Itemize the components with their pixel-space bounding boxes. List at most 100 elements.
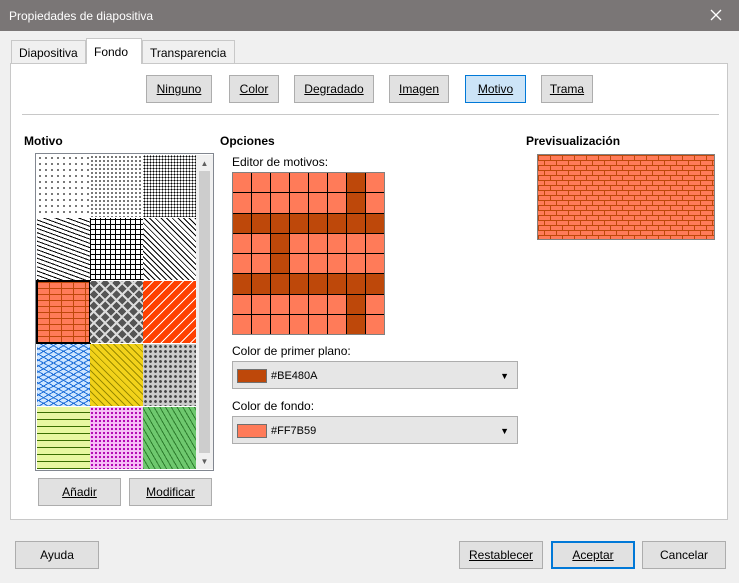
pattern-cell[interactable] (271, 233, 289, 253)
pattern-cell[interactable] (290, 274, 308, 294)
pattern-cell[interactable] (290, 193, 308, 213)
pattern-cell[interactable] (233, 213, 251, 233)
pattern-cell[interactable] (233, 173, 251, 193)
preview-background (538, 155, 714, 239)
pattern-swatch-puntos-10[interactable] (90, 155, 143, 217)
pattern-cell[interactable] (366, 173, 384, 193)
pattern-cell[interactable] (328, 254, 346, 274)
pattern-cell[interactable] (233, 294, 251, 314)
pattern-cell[interactable] (252, 173, 270, 193)
pattern-cell[interactable] (328, 213, 346, 233)
pattern-cell[interactable] (290, 314, 308, 334)
pattern-cell[interactable] (309, 213, 327, 233)
pattern-cell[interactable] (309, 173, 327, 193)
pattern-cell[interactable] (328, 274, 346, 294)
pattern-cell[interactable] (252, 294, 270, 314)
pattern-cell[interactable] (309, 233, 327, 253)
scroll-up-icon[interactable]: ▲ (196, 155, 213, 171)
pattern-cell[interactable] (366, 314, 384, 334)
fill-image-button[interactable]: Imagen (389, 75, 449, 103)
pattern-cell[interactable] (347, 274, 365, 294)
pattern-cell[interactable] (290, 173, 308, 193)
pattern-cell[interactable] (290, 213, 308, 233)
pattern-cell[interactable] (271, 314, 289, 334)
pattern-cell[interactable] (366, 213, 384, 233)
fill-color-button[interactable]: Color (229, 75, 279, 103)
pattern-cell[interactable] (233, 274, 251, 294)
pattern-cell[interactable] (328, 233, 346, 253)
fill-none-button[interactable]: Ninguno (146, 75, 212, 103)
pattern-cell[interactable] (347, 173, 365, 193)
pattern-cell[interactable] (347, 213, 365, 233)
fill-pattern-button[interactable]: Motivo (465, 75, 526, 103)
help-button[interactable]: Ayuda (15, 541, 99, 569)
pattern-swatch-tejido[interactable] (90, 281, 143, 343)
pattern-cell[interactable] (328, 314, 346, 334)
pattern-swatch-ladrillos[interactable] (36, 280, 91, 344)
ok-button[interactable]: Aceptar (551, 541, 635, 569)
pattern-cell[interactable] (252, 213, 270, 233)
pattern-cell[interactable] (366, 193, 384, 213)
pattern-swatch-cesta[interactable] (90, 344, 143, 406)
pattern-cell[interactable] (271, 193, 289, 213)
pattern-cell[interactable] (347, 294, 365, 314)
pattern-cell[interactable] (347, 254, 365, 274)
fill-gradient-button[interactable]: Degradado (294, 75, 374, 103)
pattern-cell[interactable] (347, 233, 365, 253)
pattern-cell[interactable] (233, 233, 251, 253)
pattern-cell[interactable] (271, 254, 289, 274)
scroll-thumb[interactable] (199, 171, 210, 453)
pattern-cell[interactable] (347, 193, 365, 213)
pattern-cell[interactable] (271, 213, 289, 233)
pattern-cell[interactable] (233, 193, 251, 213)
pattern-swatch-cuadricula[interactable] (90, 218, 143, 280)
reset-button[interactable]: Restablecer (459, 541, 543, 569)
pattern-cell[interactable] (271, 294, 289, 314)
pattern-cell[interactable] (271, 173, 289, 193)
pattern-swatch-escamas[interactable] (143, 344, 196, 406)
pattern-cell[interactable] (328, 173, 346, 193)
pattern-cell[interactable] (309, 193, 327, 213)
pattern-cell[interactable] (328, 294, 346, 314)
pattern-cell[interactable] (366, 294, 384, 314)
scroll-down-icon[interactable]: ▼ (196, 453, 213, 469)
pattern-swatch-guiones[interactable] (37, 407, 90, 469)
pattern-swatch-diagonal[interactable] (143, 218, 196, 280)
pattern-list[interactable] (35, 153, 214, 471)
pattern-cell[interactable] (347, 314, 365, 334)
pattern-swatch-zigzag[interactable] (37, 218, 90, 280)
pattern-cell[interactable] (309, 314, 327, 334)
add-button[interactable]: Añadir (38, 478, 121, 506)
cancel-button[interactable]: Cancelar (642, 541, 726, 569)
pattern-cell[interactable] (252, 314, 270, 334)
pattern-cell[interactable] (252, 233, 270, 253)
modify-button[interactable]: Modificar (129, 478, 212, 506)
background-color-dropdown[interactable]: #FF7B59 ▼ (232, 416, 518, 444)
pattern-list-scrollbar[interactable]: ▲ ▼ (196, 155, 213, 469)
pattern-cell[interactable] (328, 193, 346, 213)
pattern-swatch-confeti[interactable] (90, 407, 143, 469)
pattern-cell[interactable] (290, 233, 308, 253)
pattern-swatch-cesped[interactable] (143, 407, 196, 469)
pattern-cell[interactable] (252, 193, 270, 213)
fill-hatch-button[interactable]: Trama (541, 75, 593, 103)
pattern-cell[interactable] (309, 254, 327, 274)
pattern-cell[interactable] (290, 294, 308, 314)
pattern-editor-grid[interactable] (232, 172, 385, 335)
pattern-swatch-puntos-5[interactable] (37, 155, 90, 217)
foreground-color-dropdown[interactable]: #BE480A ▼ (232, 361, 518, 389)
pattern-cell[interactable] (252, 274, 270, 294)
pattern-cell[interactable] (290, 254, 308, 274)
pattern-swatch-puntos-20[interactable] (143, 155, 196, 217)
pattern-cell[interactable] (233, 254, 251, 274)
pattern-cell[interactable] (309, 294, 327, 314)
pattern-cell[interactable] (252, 254, 270, 274)
pattern-cell[interactable] (271, 274, 289, 294)
pattern-cell[interactable] (366, 254, 384, 274)
pattern-cell[interactable] (233, 314, 251, 334)
pattern-cell[interactable] (366, 233, 384, 253)
pattern-cell[interactable] (366, 274, 384, 294)
pattern-cell[interactable] (309, 274, 327, 294)
pattern-swatch-tejas[interactable] (143, 281, 196, 343)
pattern-swatch-ondas[interactable] (37, 344, 90, 406)
